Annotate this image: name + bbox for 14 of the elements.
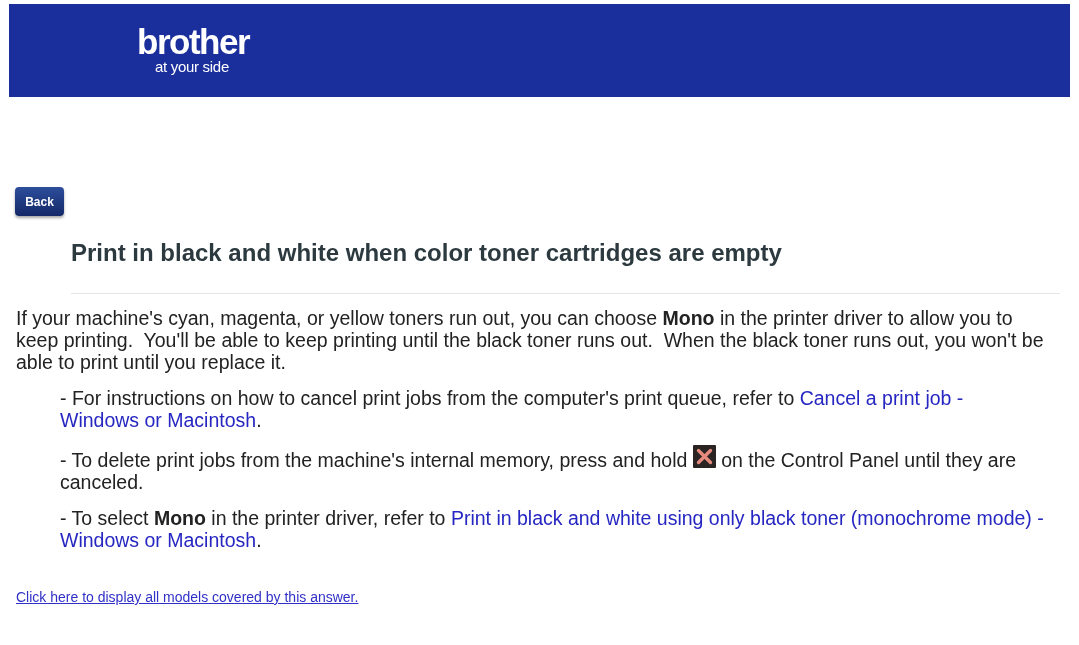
note-paragraph: - For instructions on how to cancel print jobs from the computer's print queue, refer to Cancel a print job - Windows or Macintosh. (60, 387, 965, 431)
article-title: Print in black and white when color toner cartridges are empty (71, 238, 783, 268)
article-link[interactable]: Windows or Macintosh (60, 409, 257, 431)
back-button[interactable]: Back (15, 187, 64, 216)
note-paragraph: - To delete print jobs from the machine's internal memory, press and hold on the Control Panel until they are canceled. (60, 445, 1058, 493)
logo-wordmark: brother (137, 26, 249, 58)
intro-paragraph: If your machine's cyan, magenta, or yellow toners run out, you can choose Mono in the printer driver to allow you to keep printing. You'll be able to keep printing until the black toner runs out. When the black toner runs out, you won't be able to print until you replace it. (16, 307, 1045, 373)
article-link[interactable]: Cancel a print job - (799, 387, 964, 409)
note-paragraph: - To select Mono in the printer driver, refer to Print in black and white using only black toner (monochrome mode) - Windows or Macintosh. (60, 507, 1045, 551)
article-link[interactable]: Windows or Macintosh (60, 529, 257, 551)
models-link[interactable]: Click here to display all models covered by this answer. (16, 589, 359, 605)
x-key-icon (692, 445, 716, 468)
logo-tagline: at your side (155, 58, 229, 75)
article-link[interactable]: Print in black and white using only black toner (monochrome mode) - (450, 507, 1044, 529)
